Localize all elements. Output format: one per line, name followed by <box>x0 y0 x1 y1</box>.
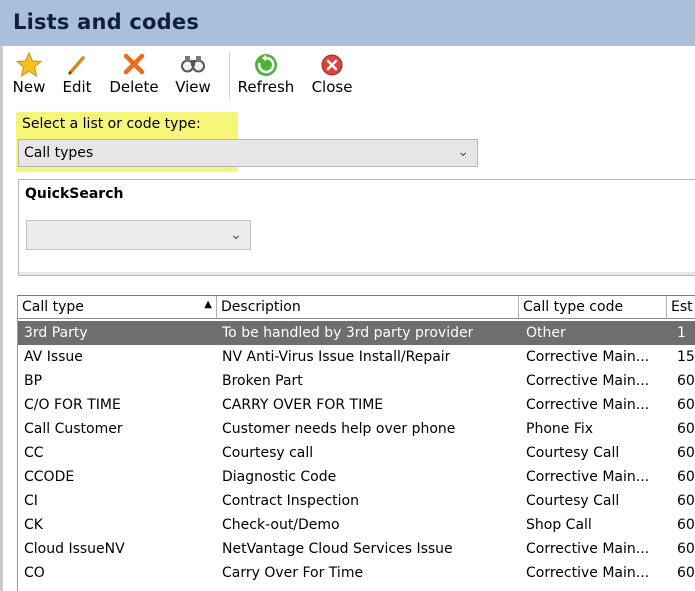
cell-call-type: CI <box>24 493 38 509</box>
cell-call-type-code: Courtesy Call <box>526 493 620 509</box>
cell-call-type-code: Courtesy Call <box>526 445 620 461</box>
column-header-call-type-code[interactable]: Call type code <box>519 296 667 319</box>
column-header-call-type[interactable]: Call type ▲ <box>18 296 217 319</box>
left-edge <box>0 46 3 591</box>
cell-call-type: CK <box>24 517 43 533</box>
cell-call-type-code: Corrective Main... <box>526 349 650 365</box>
table-row[interactable]: CK Check-out/Demo Shop Call 60 <box>18 513 695 537</box>
edit-button[interactable]: Edit <box>58 50 96 100</box>
table-row[interactable]: CI Contract Inspection Courtesy Call 60 <box>18 489 695 513</box>
cell-est: 60 <box>677 373 695 389</box>
call-types-grid: Call type ▲ Description Call type code E… <box>17 295 695 591</box>
view-button[interactable]: View <box>171 50 215 100</box>
cell-est: 1 <box>677 325 686 341</box>
table-row[interactable]: CCODE Diagnostic Code Corrective Main... 60 <box>18 465 695 489</box>
cell-call-type: Call Customer <box>24 421 123 437</box>
cell-description: CARRY OVER FOR TIME <box>222 397 384 413</box>
table-row[interactable]: CC Courtesy call Courtesy Call 60 <box>18 441 695 465</box>
cell-call-type-code: Corrective Main... <box>526 565 650 581</box>
column-header-description[interactable]: Description <box>217 296 519 319</box>
refresh-label: Refresh <box>237 78 295 96</box>
x-icon <box>123 53 145 75</box>
new-button[interactable]: New <box>7 50 51 100</box>
edit-label: Edit <box>62 78 92 96</box>
list-type-value: Call types <box>24 145 94 161</box>
column-header-est[interactable]: Est <box>667 296 695 319</box>
cell-est: 60 <box>677 421 695 437</box>
cell-est: 60 <box>677 565 695 581</box>
cell-call-type: C/O FOR TIME <box>24 397 121 413</box>
toolbar: New Edit Delete View Refresh Close <box>3 46 695 104</box>
new-label: New <box>12 78 46 96</box>
quicksearch-select[interactable]: ⌄ <box>26 220 251 250</box>
toolbar-separator <box>229 52 230 98</box>
cell-description: Diagnostic Code <box>222 469 337 485</box>
cell-est: 60 <box>677 493 695 509</box>
list-type-select[interactable]: Call types ⌄ <box>18 139 478 167</box>
cell-call-type-code: Corrective Main... <box>526 469 650 485</box>
quicksearch-title: QuickSearch <box>25 186 124 202</box>
cell-call-type-code: Shop Call <box>526 517 592 533</box>
close-icon <box>321 54 343 76</box>
pencil-icon <box>68 56 85 75</box>
refresh-icon <box>255 54 277 76</box>
cell-description: Carry Over For Time <box>222 565 364 581</box>
chevron-down-icon: ⌄ <box>230 227 242 243</box>
cell-description: Customer needs help over phone <box>222 421 456 437</box>
star-icon <box>16 52 42 78</box>
cell-description: Check-out/Demo <box>222 517 340 533</box>
title-bar: Lists and codes <box>0 0 695 46</box>
quicksearch-panel: QuickSearch ⌄ <box>18 179 695 276</box>
cell-description: To be handled by 3rd party provider <box>222 325 474 341</box>
table-row[interactable]: CO Carry Over For Time Corrective Main... 6… <box>18 561 695 585</box>
binoculars-icon <box>181 56 205 73</box>
window-title: Lists and codes <box>13 10 200 34</box>
cell-call-type: CCODE <box>24 469 75 485</box>
cell-description: NetVantage Cloud Services Issue <box>222 541 453 557</box>
view-label: View <box>175 78 211 96</box>
table-row[interactable]: AV Issue NV Anti-Virus Issue Install/Repa… <box>18 345 695 369</box>
cell-call-type-code: Corrective Main... <box>526 397 650 413</box>
close-button[interactable]: Close <box>308 50 356 100</box>
cell-est: 60 <box>677 445 695 461</box>
refresh-button[interactable]: Refresh <box>235 50 297 100</box>
cell-call-type: BP <box>24 373 43 389</box>
cell-description: Contract Inspection <box>222 493 359 509</box>
cell-est: 60 <box>677 517 695 533</box>
cell-call-type: CO <box>24 565 45 581</box>
table-row[interactable]: 3rd Party To be handled by 3rd party prov… <box>18 321 695 345</box>
delete-label: Delete <box>109 78 159 96</box>
cell-call-type: AV Issue <box>24 349 83 365</box>
cell-call-type: Cloud IssueNV <box>24 541 125 557</box>
cell-call-type-code: Phone Fix <box>526 421 594 437</box>
delete-button[interactable]: Delete <box>106 50 162 100</box>
close-label: Close <box>311 78 353 96</box>
table-row[interactable]: Cloud IssueNV NetVantage Cloud Services I… <box>18 537 695 561</box>
chevron-down-icon: ⌄ <box>457 144 469 160</box>
cell-description: Broken Part <box>222 373 303 389</box>
cell-description: Courtesy call <box>222 445 314 461</box>
cell-call-type-code: Other <box>526 325 566 341</box>
cell-est: 60 <box>677 469 695 485</box>
cell-call-type: 3rd Party <box>24 325 88 341</box>
table-row[interactable]: BP Broken Part Corrective Main... 60 <box>18 369 695 393</box>
cell-est: 60 <box>677 397 695 413</box>
cell-call-type-code: Corrective Main... <box>526 541 650 557</box>
list-type-label: Select a list or code type: <box>22 116 201 132</box>
cell-description: NV Anti-Virus Issue Install/Repair <box>222 349 451 365</box>
sort-ascending-icon: ▲ <box>204 299 212 310</box>
cell-call-type-code: Corrective Main... <box>526 373 650 389</box>
grid-header: Call type ▲ Description Call type code E… <box>18 296 695 320</box>
cell-call-type: CC <box>24 445 44 461</box>
panel-divider <box>19 272 695 275</box>
cell-est: 60 <box>677 541 695 557</box>
cell-est: 15 <box>677 349 695 365</box>
table-row[interactable]: C/O FOR TIME CARRY OVER FOR TIME Correctiv… <box>18 393 695 417</box>
table-row[interactable]: Call Customer Customer needs help over ph… <box>18 417 695 441</box>
